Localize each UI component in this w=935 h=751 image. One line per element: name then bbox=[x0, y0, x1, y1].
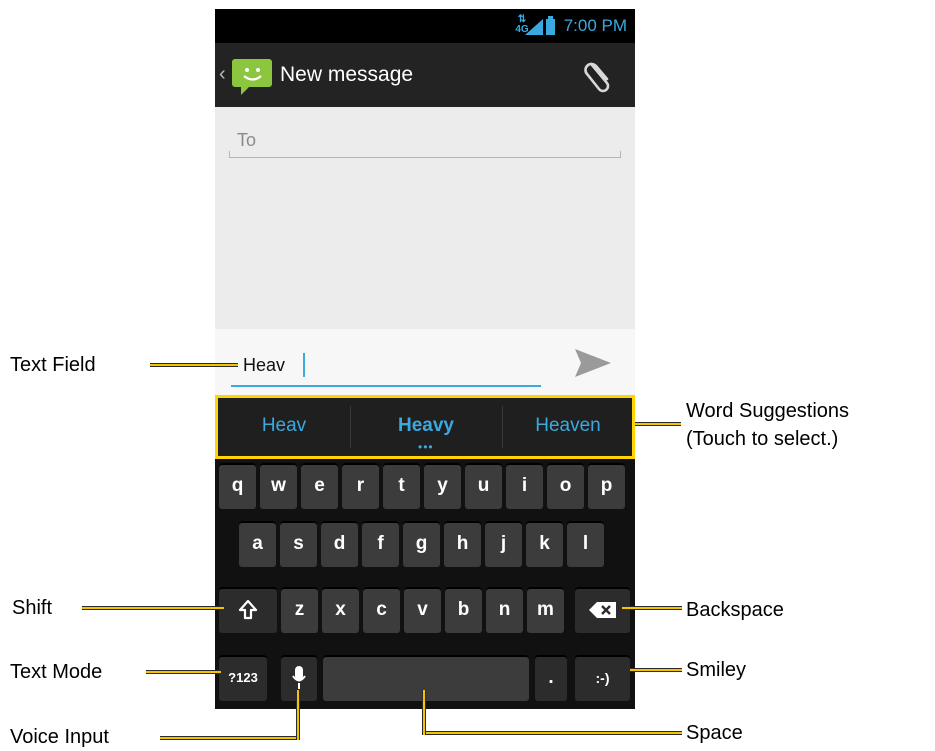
key-d[interactable]: d bbox=[321, 521, 358, 567]
callout-line-space bbox=[424, 731, 682, 735]
key-n[interactable]: n bbox=[486, 587, 523, 633]
callout-backspace: Backspace bbox=[686, 599, 784, 621]
keyboard: Heav Heavy ••• Heaven q w e r t y u i o … bbox=[215, 395, 635, 709]
callout-line-text-mode bbox=[146, 670, 221, 674]
status-bar: ⇅ 4G 7:00 PM bbox=[215, 9, 635, 43]
key-r[interactable]: r bbox=[342, 463, 379, 509]
message-text: Heav bbox=[243, 355, 286, 375]
to-field-tick-left bbox=[229, 151, 230, 157]
key-i[interactable]: i bbox=[506, 463, 543, 509]
key-f[interactable]: f bbox=[362, 521, 399, 567]
key-g[interactable]: g bbox=[403, 521, 440, 567]
key-v[interactable]: v bbox=[404, 587, 441, 633]
callout-word-suggestions-note: (Touch to select.) bbox=[686, 428, 839, 450]
key-h[interactable]: h bbox=[444, 521, 481, 567]
callout-voice-input: Voice Input bbox=[10, 726, 109, 748]
screen-title: New message bbox=[280, 63, 414, 86]
text-mode-key[interactable]: ?123 bbox=[219, 655, 267, 701]
callout-shift: Shift bbox=[12, 597, 53, 619]
space-key[interactable] bbox=[323, 655, 529, 701]
compose-area bbox=[215, 107, 635, 329]
callout-text-field: Text Field bbox=[10, 354, 96, 376]
callout-line-text-field bbox=[150, 363, 238, 367]
smiley-key[interactable]: :-) bbox=[575, 655, 630, 701]
shift-key[interactable] bbox=[219, 587, 277, 633]
shift-icon bbox=[238, 599, 258, 620]
callout-line-backspace bbox=[622, 606, 682, 610]
period-key[interactable]: . bbox=[535, 655, 567, 701]
callout-vline-space bbox=[422, 690, 426, 735]
key-w[interactable]: w bbox=[260, 463, 297, 509]
key-x[interactable]: x bbox=[322, 587, 359, 633]
action-bar: ‹ New message bbox=[215, 43, 635, 107]
key-t[interactable]: t bbox=[383, 463, 420, 509]
suggestion-more-dots: ••• bbox=[418, 440, 434, 454]
callout-word-suggestions: Word Suggestions bbox=[686, 400, 850, 422]
paperclip-icon[interactable] bbox=[583, 57, 615, 93]
to-input[interactable] bbox=[229, 127, 617, 153]
message-text-field[interactable]: Heav bbox=[231, 345, 541, 387]
text-caret bbox=[303, 353, 305, 377]
to-field-tick-right bbox=[620, 151, 621, 157]
key-m[interactable]: m bbox=[527, 587, 564, 633]
suggestion-heaven[interactable]: Heaven bbox=[503, 398, 633, 456]
suggestion-heav[interactable]: Heav bbox=[218, 398, 350, 456]
callout-line-smiley bbox=[630, 668, 682, 672]
callout-space: Space bbox=[686, 722, 743, 744]
key-u[interactable]: u bbox=[465, 463, 502, 509]
callout-line-voice-input bbox=[160, 736, 300, 740]
key-k[interactable]: k bbox=[526, 521, 563, 567]
callout-smiley: Smiley bbox=[686, 659, 747, 681]
key-o[interactable]: o bbox=[547, 463, 584, 509]
backspace-icon bbox=[588, 602, 616, 618]
key-j[interactable]: j bbox=[485, 521, 522, 567]
key-l[interactable]: l bbox=[567, 521, 604, 567]
key-q[interactable]: q bbox=[219, 463, 256, 509]
to-field[interactable] bbox=[229, 127, 621, 158]
messaging-app-icon[interactable] bbox=[231, 53, 275, 97]
message-input-row: Heav bbox=[215, 329, 635, 395]
key-b[interactable]: b bbox=[445, 587, 482, 633]
key-p[interactable]: p bbox=[588, 463, 625, 509]
signal-icon bbox=[525, 19, 543, 35]
callout-vline-voice-input bbox=[296, 690, 300, 740]
key-c[interactable]: c bbox=[363, 587, 400, 633]
key-a[interactable]: a bbox=[239, 521, 276, 567]
word-suggestions-bar: Heav Heavy ••• Heaven bbox=[215, 395, 635, 459]
status-time: 7:00 PM bbox=[563, 16, 627, 35]
backspace-key[interactable] bbox=[575, 587, 630, 633]
microphone-icon bbox=[292, 666, 306, 689]
callout-line-word-suggestions bbox=[635, 422, 681, 426]
send-icon[interactable] bbox=[571, 345, 613, 381]
battery-icon bbox=[546, 16, 555, 35]
back-chevron-icon[interactable]: ‹ bbox=[219, 63, 226, 86]
phone-screen: ⇅4G 7:00 PM ‹ New message Heav bbox=[215, 9, 635, 709]
callout-text-mode: Text Mode bbox=[10, 661, 103, 683]
callout-line-shift bbox=[82, 606, 224, 610]
key-z[interactable]: z bbox=[281, 587, 318, 633]
key-e[interactable]: e bbox=[301, 463, 338, 509]
key-s[interactable]: s bbox=[280, 521, 317, 567]
key-y[interactable]: y bbox=[424, 463, 461, 509]
